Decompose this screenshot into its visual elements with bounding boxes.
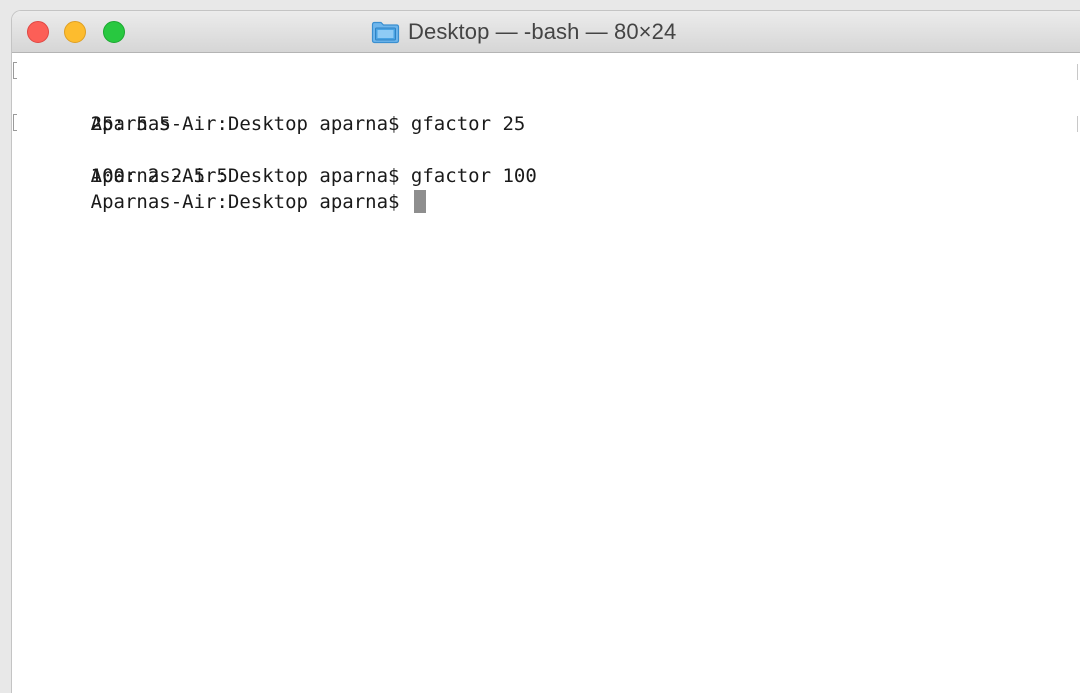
close-button[interactable] (27, 21, 49, 43)
folder-icon (371, 21, 400, 44)
command-mark-icon (13, 62, 17, 79)
zoom-button[interactable] (103, 21, 125, 43)
terminal-prompt: Aparnas-Air:Desktop aparna$ (90, 191, 411, 213)
text-cursor (413, 190, 426, 213)
minimize-button[interactable] (64, 21, 86, 43)
window-title-text: Desktop — -bash — 80×24 (408, 19, 677, 44)
line-overflow-mark-icon (1077, 116, 1078, 132)
terminal-prompt-line[interactable]: Aparnas-Air:Desktop aparna$ (22, 163, 1080, 213)
terminal-line: Aparnas-Air:Desktop aparna$ gfactor 25 (13, 59, 1080, 135)
line-overflow-mark-icon (1077, 64, 1078, 80)
terminal-output[interactable]: Aparnas-Air:Desktop aparna$ gfactor 25 2… (12, 53, 1080, 693)
command-mark-icon (13, 114, 17, 131)
terminal-line: Aparnas-Air:Desktop aparna$ gfactor 100 (13, 111, 1080, 187)
title-bar[interactable]: Desktop — -bash — 80×24 (12, 11, 1080, 53)
terminal-line: 25: 5 5 (22, 85, 1080, 135)
window-title: Desktop — -bash — 80×24 (371, 19, 676, 45)
terminal-window: Desktop — -bash — 80×24 Aparnas-Air:Desk… (11, 10, 1080, 693)
terminal-line: 100: 2 2 5 5 (22, 137, 1080, 187)
